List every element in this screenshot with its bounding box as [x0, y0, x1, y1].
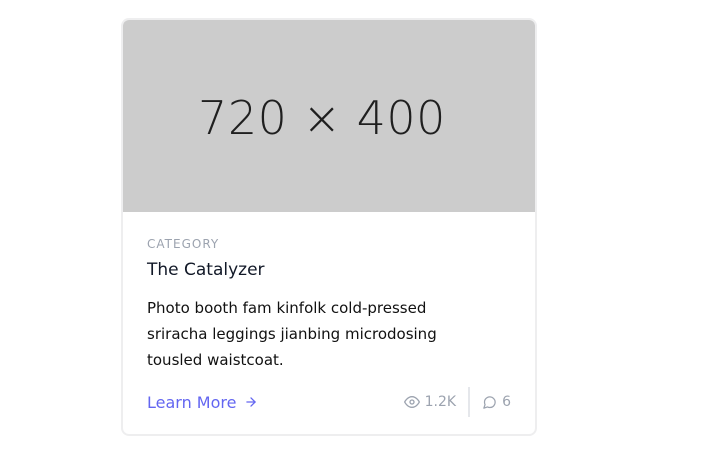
card-stats: 1.2K 6 — [403, 387, 511, 417]
comments-count: 6 — [502, 394, 511, 410]
comments-stat: 6 — [482, 394, 511, 410]
arrow-right-icon — [244, 395, 258, 409]
card-footer: Learn More 1.2K 6 — [147, 387, 511, 417]
learn-more-link[interactable]: Learn More — [147, 393, 258, 412]
content-card: 720 × 400 CATEGORY The Catalyzer Photo b… — [121, 18, 537, 436]
learn-more-label: Learn More — [147, 392, 237, 412]
comment-icon — [482, 395, 497, 410]
eye-icon — [403, 394, 420, 410]
card-description: Photo booth fam kinfolk cold-pressed sri… — [147, 299, 437, 369]
views-count: 1.2K — [424, 394, 457, 410]
image-size-label: 720 × 400 — [198, 91, 446, 145]
stats-divider — [468, 387, 471, 417]
card-image-placeholder: 720 × 400 — [123, 20, 535, 212]
card-body: CATEGORY The Catalyzer Photo booth fam k… — [147, 236, 513, 373]
card-category: CATEGORY — [147, 237, 220, 251]
views-stat: 1.2K — [403, 394, 457, 410]
card-title: The Catalyzer — [147, 260, 265, 280]
